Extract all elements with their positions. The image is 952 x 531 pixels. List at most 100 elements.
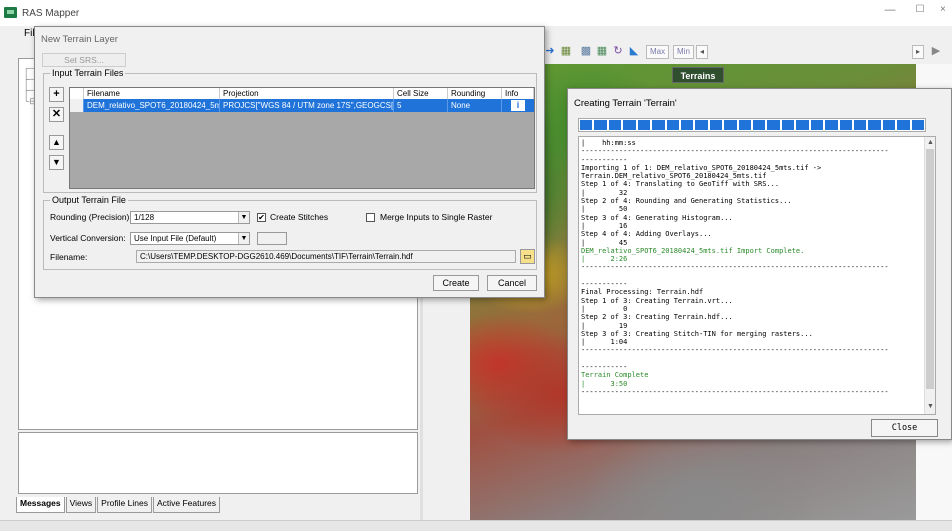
remove-file-icon[interactable]: ✕: [49, 107, 64, 122]
dialog-title: Creating Terrain 'Terrain': [574, 98, 677, 109]
tab-profile-lines[interactable]: Profile Lines: [97, 497, 152, 513]
dialog-title: New Terrain Layer: [41, 34, 118, 45]
log-line: | 2:26: [581, 255, 628, 264]
progress-segment: [594, 120, 607, 130]
log-line: | 50: [581, 205, 628, 214]
arrow-right-icon[interactable]: ➜: [544, 45, 556, 57]
filename-label: Filename:: [50, 252, 88, 262]
title-bar: RAS Mapper — ☐ ×: [0, 0, 952, 26]
vertical-conversion-select[interactable]: Use Input File (Default) ▼: [130, 232, 250, 245]
close-window-button[interactable]: ×: [940, 4, 952, 20]
merge-inputs-label: Merge Inputs to Single Raster: [380, 212, 493, 222]
tab-views[interactable]: Views: [65, 497, 97, 513]
header-rounding[interactable]: Rounding: [448, 88, 502, 99]
progress-segment: [868, 120, 881, 130]
chevron-down-icon[interactable]: ▼: [238, 212, 249, 223]
messages-box[interactable]: [18, 432, 418, 494]
tab-messages[interactable]: Messages: [16, 497, 65, 513]
log-line: | 32: [581, 188, 628, 197]
progress-segment: [825, 120, 838, 130]
set-srs-button[interactable]: Set SRS...: [42, 53, 126, 67]
log-line: Importing 1 of 1: DEM_relativo_SPOT6_201…: [581, 163, 822, 172]
log-line: ----------------------------------------…: [581, 346, 889, 355]
progress-segment: [580, 120, 593, 130]
minimize-button[interactable]: —: [880, 4, 900, 20]
progress-segment: [911, 120, 925, 130]
grid-icon[interactable]: ▦: [596, 45, 608, 57]
log-line: DEM_relativo_SPOT6_20180424_5mts.tif Imp…: [581, 246, 805, 255]
log-line: | 3:50: [581, 379, 628, 388]
ras-mapper-app-icon: [4, 7, 17, 18]
terrain-layer-icon[interactable]: ▦: [560, 45, 572, 57]
creating-terrain-dialog: Creating Terrain 'Terrain' | hh:mm:ss ---…: [567, 88, 952, 440]
progress-segment: [608, 120, 622, 130]
log-line: | 19: [581, 321, 628, 330]
progress-segment: [897, 120, 910, 130]
log-line: Step 3 of 3: Creating Stitch-TIN for mer…: [581, 329, 813, 338]
header-projection[interactable]: Projection: [220, 88, 394, 99]
log-line: | 16: [581, 221, 628, 230]
log-line: | 0: [581, 304, 628, 313]
vertical-conversion-value: Use Input File (Default): [134, 234, 217, 243]
ras-mapper-window: RAS Mapper — ☐ × File ┌─ ├─ ├─ └⊟ Messages …: [0, 0, 952, 531]
row-selector[interactable]: [70, 99, 84, 112]
profile-icon[interactable]: ↻: [612, 45, 624, 57]
cell-rounding: None: [448, 99, 502, 112]
play-icon[interactable]: ▶: [930, 45, 942, 57]
water-icon[interactable]: ◣: [628, 45, 640, 57]
create-button[interactable]: Create: [433, 275, 479, 291]
merge-inputs-checkbox[interactable]: [366, 213, 375, 222]
cancel-button[interactable]: Cancel: [487, 275, 537, 291]
chevron-down-icon[interactable]: ▼: [238, 233, 249, 244]
input-files-table[interactable]: Filename Projection Cell Size Rounding I…: [69, 87, 535, 189]
close-button[interactable]: Close: [871, 419, 938, 437]
raster-icon[interactable]: ▩: [580, 45, 592, 57]
move-up-icon[interactable]: ▲: [49, 135, 64, 150]
slider-left-icon[interactable]: ◂: [696, 45, 709, 59]
progress-segment: [724, 120, 737, 130]
cell-projection: PROJCS["WGS 84 / UTM zone 17S",GEOGCS[..…: [220, 99, 394, 112]
filename-field[interactable]: C:\Users\TEMP.DESKTOP-DGG2610.469\Docume…: [136, 250, 516, 263]
rounding-value: 1/128: [134, 213, 155, 222]
header-cell-size[interactable]: Cell Size: [394, 88, 448, 99]
rounding-label: Rounding (Precision):: [50, 212, 132, 222]
group-label: Output Terrain File: [50, 195, 128, 205]
max-button[interactable]: Max: [646, 45, 670, 59]
tab-active-features[interactable]: Active Features: [152, 497, 221, 513]
progress-segment: [854, 120, 867, 130]
cell-cell-size: 5: [394, 99, 448, 112]
scroll-down-icon[interactable]: ▼: [927, 403, 934, 410]
move-down-icon[interactable]: ▼: [49, 155, 64, 170]
log-line: ----------------------------------------…: [581, 387, 889, 396]
add-file-icon[interactable]: +: [49, 87, 64, 102]
rounding-select[interactable]: 1/128 ▼: [130, 211, 250, 224]
progress-segment: [738, 120, 752, 130]
header-info[interactable]: Info: [502, 88, 534, 99]
vertical-conversion-extra[interactable]: [257, 232, 287, 245]
vertical-conversion-label: Vertical Conversion:: [50, 233, 126, 243]
progress-segment: [680, 120, 694, 130]
progress-segment: [753, 120, 766, 130]
slider-right-icon[interactable]: ▸: [912, 45, 925, 59]
output-terrain-file-group: Output Terrain File Rounding (Precision)…: [43, 195, 537, 270]
header-filename[interactable]: Filename: [84, 88, 220, 99]
create-stitches-checkbox[interactable]: ✔: [257, 213, 266, 222]
scroll-thumb[interactable]: [926, 149, 934, 389]
progress-segment: [767, 120, 780, 130]
log-scrollbar[interactable]: ▲ ▼: [924, 137, 935, 414]
maximize-button[interactable]: ☐: [910, 4, 930, 20]
table-row[interactable]: DEM_relativo_SPOT6_20180424_5mts... PROJ…: [70, 99, 534, 112]
progress-segment: [781, 120, 795, 130]
scroll-up-icon[interactable]: ▲: [927, 139, 934, 146]
min-button[interactable]: Min: [673, 45, 694, 59]
progress-segment: [695, 120, 708, 130]
log-output[interactable]: | hh:mm:ss ------------------------------…: [578, 136, 936, 415]
log-line: Step 3 of 4: Generating Histogram...: [581, 213, 733, 222]
log-line: Step 4 of 4: Adding Overlays...: [581, 230, 712, 239]
progress-bar: [578, 118, 926, 132]
log-line: Step 1 of 4: Translating to GeoTiff with…: [581, 180, 780, 189]
folder-open-icon[interactable]: ▭: [520, 249, 535, 264]
progress-segment: [623, 120, 636, 130]
info-icon[interactable]: i: [511, 100, 525, 111]
